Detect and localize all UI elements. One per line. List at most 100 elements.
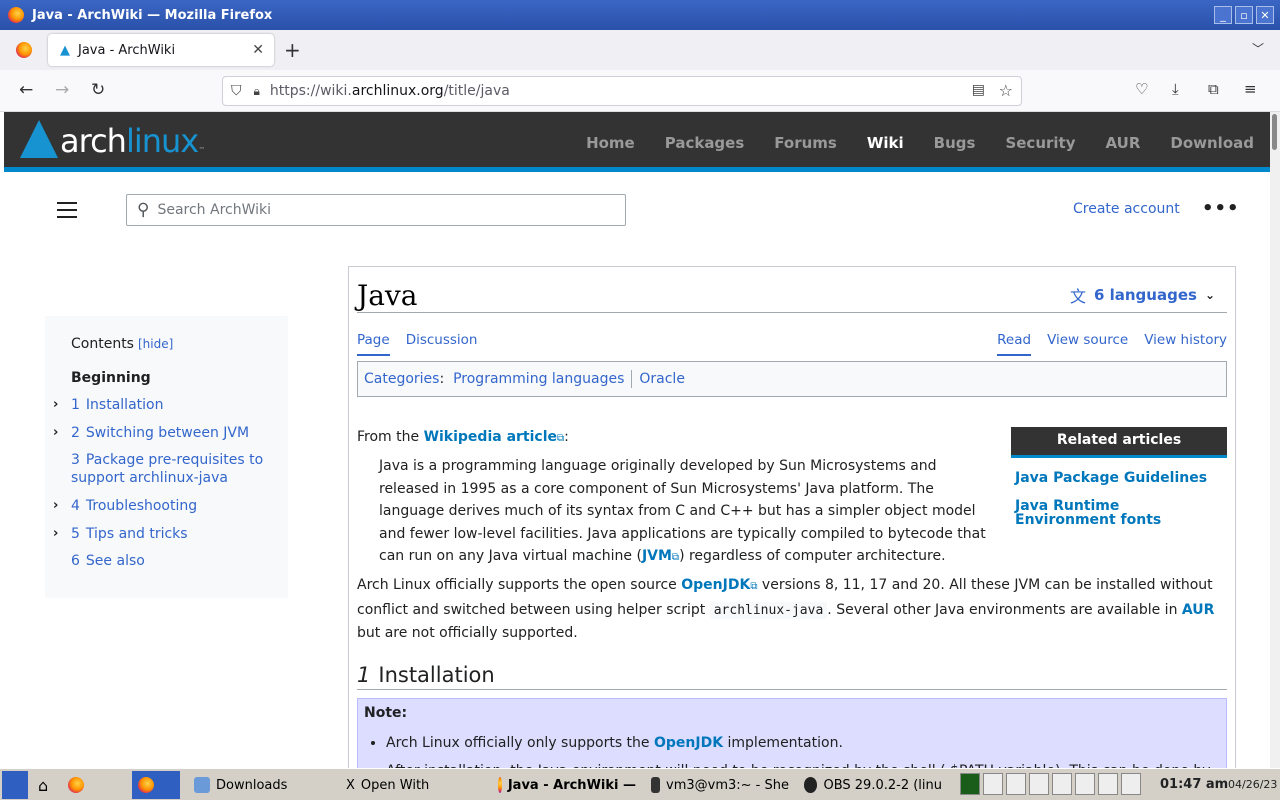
tab-page[interactable]: Page <box>357 332 390 356</box>
toc-item-switching[interactable]: 2 Switching between JVM <box>71 424 249 442</box>
tray-icon[interactable] <box>1006 773 1026 795</box>
url-bar[interactable]: ⛉ 🔒︎ https://wiki.archlinux.org/title/ja… <box>222 76 1022 106</box>
clock-date[interactable]: 04/26/23 <box>1228 778 1277 791</box>
related-articles-heading: Related articles <box>1011 427 1227 458</box>
nav-security[interactable]: Security <box>1005 134 1075 152</box>
toc-expand-icon[interactable]: › <box>53 498 58 513</box>
external-link-icon: ⧉ <box>671 552 680 563</box>
tab-label: Java - ArchWiki <box>78 42 176 58</box>
nav-packages[interactable]: Packages <box>665 134 745 152</box>
archwiki-favicon-icon: ▲ <box>60 42 70 58</box>
nav-home[interactable]: Home <box>586 134 635 152</box>
new-tab-button[interactable]: + <box>284 38 301 62</box>
tray-icon[interactable] <box>1029 773 1049 795</box>
toc-item-prerequisites[interactable]: 3 Package pre-requisites to support archli… <box>71 451 263 487</box>
wikipedia-quote: Java is a programming language originall… <box>379 458 986 564</box>
scrollbar-thumb[interactable] <box>1272 114 1277 150</box>
category-programming-languages[interactable]: Programming languages <box>453 371 624 387</box>
start-menu-icon[interactable] <box>2 771 28 799</box>
nav-bugs[interactable]: Bugs <box>934 134 976 152</box>
language-selector[interactable]: 文 6 languages ⌄ <box>1070 283 1215 307</box>
tab-view-source[interactable]: View source <box>1047 332 1128 356</box>
category-oracle[interactable]: Oracle <box>639 371 685 387</box>
tab-close-icon[interactable]: ✕ <box>252 42 264 58</box>
x-icon: X <box>346 777 355 793</box>
nav-aur[interactable]: AUR <box>1106 134 1141 152</box>
tab-bar: ▲ Java - ArchWiki ✕ + ﹀ <box>0 30 1280 70</box>
toc-item-tips[interactable]: 5 Tips and tricks <box>71 525 188 543</box>
more-options-icon[interactable]: ••• <box>1202 198 1240 219</box>
toc-item-see-also[interactable]: 6 See also <box>71 552 145 570</box>
page-title: Java <box>357 279 418 312</box>
toc-item-troubleshooting[interactable]: 4 Troubleshooting <box>71 497 197 515</box>
toc-beginning[interactable]: Beginning <box>71 370 151 386</box>
wikipedia-article-link[interactable]: Wikipedia article <box>424 429 557 445</box>
maximize-button[interactable]: ▫ <box>1235 6 1253 24</box>
active-window-indicator[interactable] <box>132 771 180 799</box>
nav-wiki[interactable]: Wiki <box>867 134 904 152</box>
tray-icon[interactable] <box>1052 773 1072 795</box>
tray-icon[interactable] <box>1121 773 1141 795</box>
tray-icon[interactable] <box>960 773 980 795</box>
taskbar-item-firefox[interactable]: Java - ArchWiki — <box>492 771 642 799</box>
minimize-button[interactable]: _ <box>1214 6 1232 24</box>
related-link-java-runtime-fonts[interactable]: Java Runtime Environment fonts <box>1011 499 1181 527</box>
aur-link[interactable]: AUR <box>1182 602 1215 618</box>
download-icon[interactable]: ⤓ <box>1172 80 1179 98</box>
taskbar-item-obs[interactable]: OBS 29.0.2-2 (linu <box>798 771 948 799</box>
pocket-icon[interactable]: ♡ <box>1135 80 1148 98</box>
toc-expand-icon[interactable]: › <box>53 425 58 440</box>
toc-item-installation[interactable]: 1 Installation <box>71 396 163 414</box>
close-window-button[interactable]: ✕ <box>1256 6 1274 24</box>
clock-time[interactable]: 01:47 am <box>1160 777 1228 792</box>
page-scrollbar[interactable] <box>1270 112 1280 768</box>
system-tray <box>960 773 1141 795</box>
toc-expand-icon[interactable]: › <box>53 526 58 541</box>
list-all-tabs-icon[interactable]: ﹀ <box>1252 40 1264 57</box>
tray-icon[interactable] <box>1075 773 1095 795</box>
toc-expand-icon[interactable]: › <box>53 397 58 412</box>
url-text[interactable]: https://wiki.archlinux.org/title/java <box>270 83 510 99</box>
reader-view-icon[interactable]: ▤ <box>972 82 985 98</box>
tracking-shield-icon[interactable]: ⛉ <box>231 83 242 99</box>
section-heading-installation: 1 Installation <box>357 663 495 687</box>
nav-forums[interactable]: Forums <box>774 134 837 152</box>
tray-icon[interactable] <box>983 773 1003 795</box>
jvm-link[interactable]: JVM <box>642 548 672 564</box>
extensions-icon[interactable]: ⧉ <box>1208 80 1219 98</box>
openjdk-note-link[interactable]: OpenJDK <box>654 735 723 751</box>
search-input[interactable] <box>157 202 578 218</box>
tab-java-archwiki[interactable]: ▲ Java - ArchWiki ✕ <box>48 34 274 66</box>
toc-hide-link[interactable]: [hide] <box>138 337 173 351</box>
firefox-launcher-icon[interactable] <box>62 771 96 799</box>
taskbar-item-open-with[interactable]: X Open With <box>340 771 485 799</box>
home-folder-icon[interactable]: ⌂ <box>32 771 54 799</box>
search-box[interactable]: ⚲ <box>126 194 626 226</box>
bookmark-star-icon[interactable]: ☆ <box>999 81 1013 100</box>
firefox-view-icon[interactable] <box>16 42 32 58</box>
archlinux-header: arch linux ™ Home Packages Forums Wiki B… <box>4 112 1270 172</box>
tab-discussion[interactable]: Discussion <box>406 332 478 356</box>
create-account-link[interactable]: Create account <box>1073 201 1180 217</box>
tray-icon[interactable] <box>1098 773 1118 795</box>
nav-download[interactable]: Download <box>1170 134 1254 152</box>
main-menu-icon[interactable] <box>57 202 77 218</box>
forward-button[interactable]: → <box>55 80 69 100</box>
reload-button[interactable]: ↻ <box>91 80 105 100</box>
categories-link[interactable]: Categories <box>364 371 439 387</box>
related-articles-box: Related articles Java Package Guidelines… <box>1011 427 1227 527</box>
archlinux-logo[interactable]: arch linux ™ <box>20 120 205 158</box>
tab-read[interactable]: Read <box>997 332 1032 356</box>
folder-icon <box>194 777 210 793</box>
terminal-icon <box>651 777 661 793</box>
firefox-icon <box>498 777 502 793</box>
menu-icon[interactable]: ≡ <box>1244 80 1257 98</box>
lock-icon[interactable]: 🔒︎ <box>254 84 260 99</box>
taskbar: ⌂ Downloads X Open With Java - ArchWiki —… <box>0 768 1280 800</box>
tab-view-history[interactable]: View history <box>1144 332 1227 356</box>
taskbar-item-downloads[interactable]: Downloads <box>188 771 333 799</box>
taskbar-item-terminal[interactable]: vm3@vm3:~ - She <box>645 771 795 799</box>
openjdk-link[interactable]: OpenJDK <box>681 577 750 593</box>
related-link-java-package-guidelines[interactable]: Java Package Guidelines <box>1011 471 1227 485</box>
back-button[interactable]: ← <box>19 80 33 100</box>
